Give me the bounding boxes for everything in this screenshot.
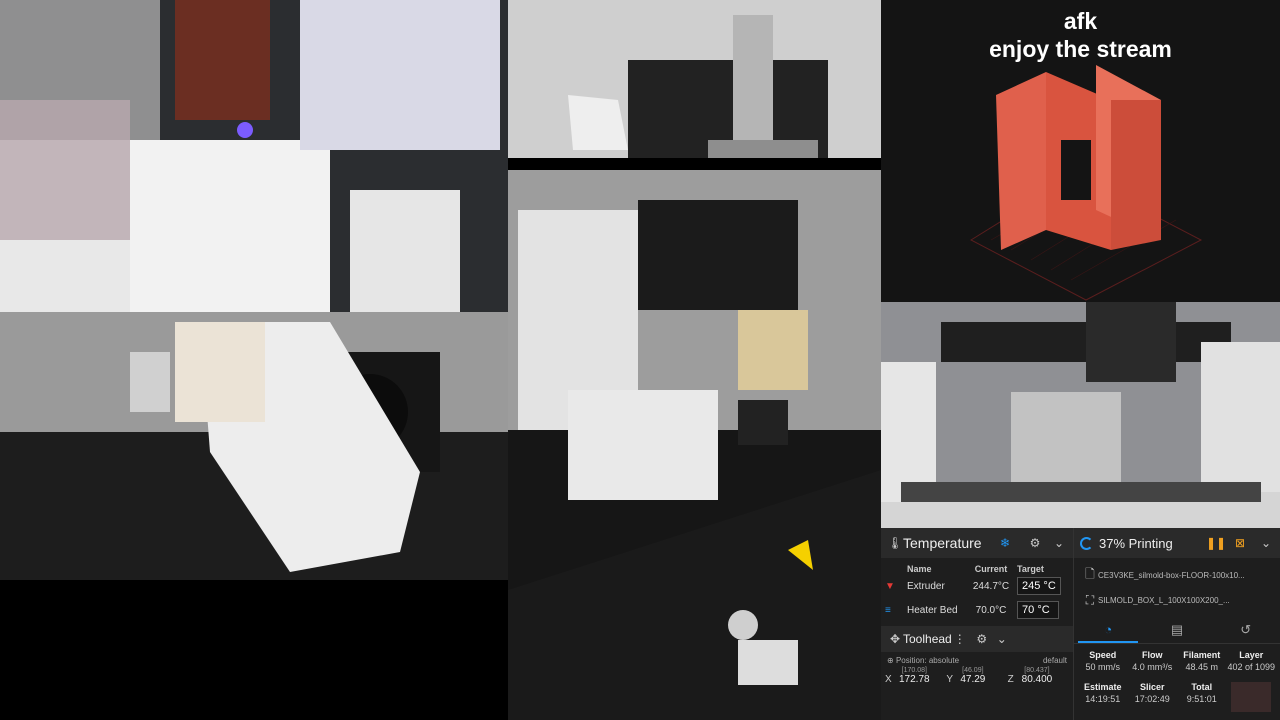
history-icon: ↺ bbox=[1240, 622, 1252, 637]
thermometer-icon: 🌡 bbox=[887, 536, 903, 550]
toolhead-menu-icon[interactable]: ⋮ bbox=[952, 632, 968, 646]
bed-current: 70.0°C bbox=[975, 604, 1007, 616]
temperature-header: 🌡 Temperature ❄ ⚙ ⌄ bbox=[881, 528, 1073, 558]
toolhead-gear-icon[interactable]: ⚙ bbox=[974, 632, 990, 646]
stop-icon[interactable]: ⊠ bbox=[1232, 536, 1248, 550]
axis-x-value: 172.78 bbox=[899, 674, 930, 685]
axis-z: Z [80.437] 80.400 bbox=[1007, 667, 1053, 685]
gear-icon[interactable]: ⚙ bbox=[1027, 536, 1043, 550]
pause-icon[interactable]: ❚❚ bbox=[1206, 536, 1226, 550]
status-title: 37% Printing bbox=[1099, 535, 1173, 551]
extruder-name: Extruder bbox=[907, 580, 945, 592]
thumbnail bbox=[1227, 682, 1277, 712]
toolhead-chevron-icon[interactable]: ⌄ bbox=[994, 632, 1010, 646]
toolhead-header: ✥ Toolhead ⋮ ⚙ ⌄ bbox=[881, 626, 1073, 652]
toolhead-title: Toolhead bbox=[903, 632, 952, 646]
stats-row-2: Estimate 14:19:51 Slicer 17:02:49 Total 9:5… bbox=[1074, 672, 1280, 712]
temperature-table-header: Name Current Target bbox=[881, 558, 1073, 574]
stat-slicer: Slicer 17:02:49 bbox=[1134, 682, 1170, 704]
gauge-icon: ◔ bbox=[1104, 622, 1113, 637]
status-panel: 37% Printing ❚❚ ⊠ ⌄ 🗋 CE3V3KE_silmold-bo… bbox=[1074, 528, 1280, 720]
file-icon: 🗋 bbox=[1085, 567, 1095, 581]
camera-feed-center bbox=[508, 170, 881, 720]
object-icon: ⛶ bbox=[1085, 593, 1095, 607]
tab-gauge[interactable]: ◔ bbox=[1078, 622, 1139, 643]
col-current: Current bbox=[974, 564, 1008, 574]
file-name: CE3V3KE_silmold-box-FLOOR-100x10... bbox=[1098, 571, 1245, 580]
document-icon: ▤ bbox=[1170, 622, 1184, 637]
object-row: ⛶ SILMOLD_BOX_L_100X100X200_... bbox=[1074, 586, 1280, 608]
stat-estimate: Estimate 14:19:51 bbox=[1083, 682, 1122, 704]
bed-row: ≡ Heater Bed 70.0°C 70 °C bbox=[881, 598, 1073, 622]
camera-feed-figure bbox=[508, 0, 881, 158]
extruder-icon: ▼ bbox=[885, 580, 895, 592]
bed-name: Heater Bed bbox=[907, 604, 958, 616]
position-info: ⊕ Position: absolute default bbox=[887, 656, 1067, 665]
axis-y: Y [46.09] 47.29 bbox=[946, 667, 986, 685]
model-preview bbox=[969, 65, 1203, 301]
status-header: 37% Printing ❚❚ ⊠ ⌄ bbox=[1074, 528, 1280, 558]
position-label: Position: absolute bbox=[895, 656, 960, 665]
move-icon: ✥ bbox=[889, 632, 901, 646]
extruder-current: 244.7°C bbox=[972, 580, 1010, 592]
status-chevron-icon[interactable]: ⌄ bbox=[1258, 536, 1274, 550]
tab-history[interactable]: ↺ bbox=[1216, 622, 1276, 643]
snowflake-icon[interactable]: ❄ bbox=[997, 536, 1013, 550]
tab-files[interactable]: ▤ bbox=[1147, 622, 1207, 643]
axis-x: X [170.08] 172.78 bbox=[885, 667, 930, 685]
status-tabs: ◔ ▤ ↺ bbox=[1074, 622, 1280, 644]
file-row: 🗋 CE3V3KE_silmold-box-FLOOR-100x10... bbox=[1074, 558, 1280, 586]
axis-y-value: 47.29 bbox=[960, 674, 986, 685]
bed-target-input[interactable]: 70 °C bbox=[1017, 601, 1059, 619]
camera-feed-front bbox=[881, 302, 1280, 528]
bed-icon: ≡ bbox=[885, 604, 891, 616]
print-preview: afk enjoy the stream bbox=[881, 0, 1280, 302]
stat-flow: Flow 4.0 mm³/s bbox=[1132, 650, 1173, 672]
progress-spinner-icon bbox=[1080, 536, 1093, 550]
stats-row-1: Speed 50 mm/s Flow 4.0 mm³/s Filament 48.45… bbox=[1074, 644, 1280, 672]
stat-total: Total 9:51:01 bbox=[1186, 682, 1217, 704]
mode-label: default bbox=[1042, 656, 1067, 665]
temperature-title: Temperature bbox=[903, 535, 982, 551]
stat-speed: Speed 50 mm/s bbox=[1085, 650, 1120, 672]
object-name: SILMOLD_BOX_L_100X100X200_... bbox=[1098, 596, 1230, 605]
empty-area bbox=[0, 580, 508, 720]
stat-layer: Layer 402 of 1099 bbox=[1227, 650, 1276, 672]
extruder-row: ▼ Extruder 244.7°C 245 °C bbox=[881, 574, 1073, 598]
camera-feed-side bbox=[0, 312, 508, 580]
chevron-down-icon[interactable]: ⌄ bbox=[1051, 536, 1067, 550]
temperature-panel: 🌡 Temperature ❄ ⚙ ⌄ Name Current Target … bbox=[881, 528, 1074, 720]
col-name: Name bbox=[907, 564, 932, 574]
position-row: X [170.08] 172.78 Y [46.09] 47.29 Z [80.43… bbox=[881, 665, 1073, 687]
extruder-target-input[interactable]: 245 °C bbox=[1017, 577, 1061, 595]
col-target: Target bbox=[1017, 564, 1044, 574]
stat-filament: Filament 48.45 m bbox=[1183, 650, 1221, 672]
camera-feed-nozzle bbox=[0, 0, 508, 312]
axis-z-value: 80.400 bbox=[1021, 674, 1053, 685]
